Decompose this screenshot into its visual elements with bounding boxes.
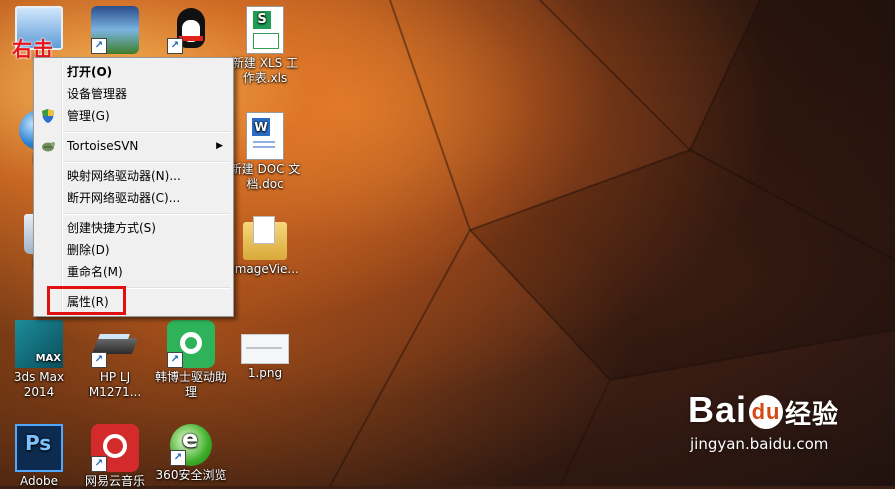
shortcut-arrow-icon: ↗ (91, 38, 107, 54)
baidu-jingyan-watermark: Bai du 经验 jingyan.baidu.com (688, 389, 888, 481)
desktop-icon-360-browser[interactable]: e ↗ 360安全浏览 (154, 424, 228, 483)
menu-item-label: 映射网络驱动器(N)... (67, 169, 181, 183)
menu-separator (64, 131, 230, 133)
context-menu: 打开(O) 设备管理器 管理(G) TortoiseSVN ▶ 映射网络驱动器(… (33, 57, 234, 317)
submenu-arrow-icon: ▶ (216, 141, 223, 151)
menu-item-label: 管理(G) (67, 109, 110, 123)
desktop-icon-label: 新建 XLS 工作表.xls (231, 56, 299, 85)
image-file-icon (241, 334, 289, 364)
photo-gallery-icon: ↗ (91, 6, 139, 54)
desktop-icon-label: 3ds Max 2014 (13, 370, 65, 399)
desktop-icon-label: 360安全浏览 (155, 468, 227, 482)
watermark-logo: Bai du 经验 (688, 389, 888, 431)
menu-item-manage[interactable]: 管理(G) (36, 105, 231, 127)
menu-item-label: 打开(O) (67, 65, 113, 79)
shield-icon (42, 109, 54, 123)
menu-item-delete[interactable]: 删除(D) (36, 239, 231, 261)
desktop-icon-label: 1.png (247, 366, 283, 380)
menu-item-label: 删除(D) (67, 243, 110, 257)
menu-item-map-network-drive[interactable]: 映射网络驱动器(N)... (36, 165, 231, 187)
desktop-icon-photos-app[interactable]: ↗ (78, 6, 152, 56)
shortcut-arrow-icon: ↗ (91, 352, 107, 368)
spreadsheet-file-icon: S (246, 6, 284, 54)
watermark-logo-cn: 经验 (785, 398, 840, 429)
desktop-icon-png-file[interactable]: 1.png (228, 320, 302, 381)
menu-item-open[interactable]: 打开(O) (36, 61, 231, 83)
shortcut-arrow-icon: ↗ (167, 352, 183, 368)
menu-item-label: 重命名(M) (67, 265, 123, 279)
menu-item-label: TortoiseSVN (67, 139, 139, 153)
desktop-icon-label: ImageVie... (231, 262, 299, 276)
desktop-icon-hp-scanner[interactable]: ↗ HP LJ M1271... (78, 320, 152, 400)
watermark-logo-prefix: Bai (688, 389, 748, 430)
tortoisesvn-icon (42, 142, 55, 152)
shortcut-arrow-icon: ↗ (167, 38, 183, 54)
desktop-icon-label: HP LJ M1271... (88, 370, 142, 399)
desktop-icon-3dsmax[interactable]: MAX 3ds Max 2014 (2, 320, 76, 400)
shortcut-arrow-icon: ↗ (170, 450, 186, 466)
menu-item-device-manager[interactable]: 设备管理器 (36, 83, 231, 105)
browser-icon: e ↗ (170, 424, 212, 466)
menu-item-rename[interactable]: 重命名(M) (36, 261, 231, 283)
desktop-icon-photoshop[interactable]: Ps Adobe (2, 424, 76, 489)
properties-highlight-box (47, 286, 126, 315)
menu-item-create-shortcut[interactable]: 创建快捷方式(S) (36, 217, 231, 239)
scanner-icon: ↗ (91, 320, 139, 368)
desktop-icon-qq[interactable]: ↗ (154, 6, 228, 56)
paw-icon: du (749, 395, 784, 430)
menu-item-label: 创建快捷方式(S) (67, 221, 156, 235)
menu-item-disconnect-network-drive[interactable]: 断开网络驱动器(C)... (36, 187, 231, 209)
word-document-icon: W (246, 112, 284, 160)
photoshop-icon: Ps (15, 424, 63, 472)
menu-separator (64, 213, 230, 215)
desktop-icon-xls[interactable]: S 新建 XLS 工作表.xls (228, 6, 302, 86)
desktop-icon-label: 新建 DOC 文档.doc (229, 162, 301, 191)
desktop-icon-label: 韩博士驱动助理 (154, 370, 227, 399)
desktop-icon-driver-helper[interactable]: ↗ 韩博士驱动助理 (154, 320, 228, 400)
music-app-icon: ↗ (91, 424, 139, 472)
shortcut-arrow-icon: ↗ (91, 456, 107, 472)
folder-icon (243, 216, 287, 260)
qq-penguin-icon: ↗ (167, 6, 215, 54)
menu-item-label: 断开网络驱动器(C)... (67, 191, 181, 205)
3dsmax-icon: MAX (15, 320, 63, 368)
desktop-icon-doc[interactable]: W 新建 DOC 文档.doc (228, 112, 302, 192)
desktop-icon-netease-music[interactable]: ↗ 网易云音乐 (78, 424, 152, 489)
desktop-icon-imageview-folder[interactable]: ImageVie... (228, 214, 302, 277)
watermark-url: jingyan.baidu.com (690, 435, 829, 453)
menu-item-tortoisesvn[interactable]: TortoiseSVN ▶ (36, 135, 231, 157)
gear-icon: ↗ (167, 320, 215, 368)
menu-separator (64, 161, 230, 163)
menu-item-label: 设备管理器 (67, 87, 128, 101)
